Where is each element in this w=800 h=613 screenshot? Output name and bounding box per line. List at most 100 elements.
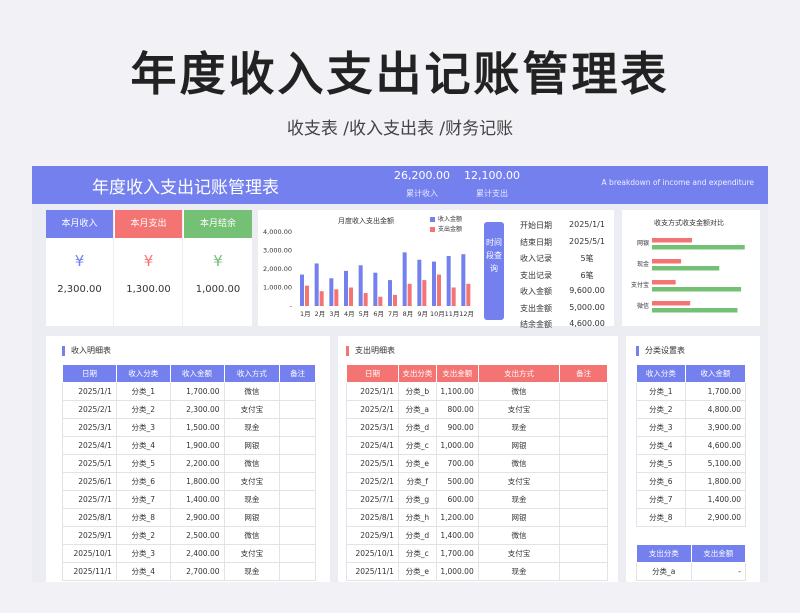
table-cell[interactable]: 2025/9/1 xyxy=(62,526,117,545)
table-cell[interactable]: 2025/6/1 xyxy=(62,472,117,491)
table-cell[interactable] xyxy=(279,418,316,437)
table-cell[interactable] xyxy=(279,454,316,473)
table-cell[interactable]: 分类_8 xyxy=(636,508,686,527)
table-cell[interactable]: 支付宝 xyxy=(477,400,561,419)
table-cell[interactable]: 分类_4 xyxy=(636,436,686,455)
table-cell[interactable]: 2025/4/1 xyxy=(62,436,117,455)
table-cell[interactable] xyxy=(279,436,316,455)
table-cell[interactable] xyxy=(279,544,316,563)
table-cell[interactable]: 2025/7/1 xyxy=(62,490,117,509)
table-cell[interactable]: 2025/11/1 xyxy=(62,562,117,581)
table-cell[interactable]: 1,700.00 xyxy=(435,544,479,563)
table-cell[interactable]: 1,400.00 xyxy=(169,490,225,509)
table-cell[interactable]: 2025/5/1 xyxy=(346,454,399,473)
table-cell[interactable]: 2025/8/1 xyxy=(62,508,117,527)
table-cell[interactable]: 2025/3/1 xyxy=(346,418,399,437)
table-cell[interactable]: 分类_1 xyxy=(636,382,686,401)
table-cell[interactable]: 分类_2 xyxy=(115,526,171,545)
table-cell[interactable]: 分类_2 xyxy=(115,400,171,419)
table-cell[interactable]: 网银 xyxy=(477,508,561,527)
table-cell[interactable]: 微信 xyxy=(477,526,561,545)
table-cell[interactable] xyxy=(559,436,608,455)
table-cell[interactable]: 分类_4 xyxy=(115,436,171,455)
table-cell[interactable] xyxy=(559,562,608,581)
table-cell[interactable] xyxy=(279,526,316,545)
table-cell[interactable]: 现金 xyxy=(477,490,561,509)
table-cell[interactable]: 2025/10/1 xyxy=(62,544,117,563)
table-cell[interactable]: 分类_3 xyxy=(115,418,171,437)
table-cell[interactable] xyxy=(279,508,316,527)
table-cell[interactable]: 分类_8 xyxy=(115,508,171,527)
table-cell[interactable]: 支付宝 xyxy=(223,400,281,419)
table-cell[interactable] xyxy=(559,508,608,527)
table-cell[interactable]: 分类_e xyxy=(397,562,437,581)
table-cell[interactable]: 现金 xyxy=(223,562,281,581)
table-cell[interactable]: 2,900.00 xyxy=(684,508,747,527)
table-cell[interactable]: 现金 xyxy=(477,562,561,581)
table-cell[interactable]: 1,700.00 xyxy=(169,382,225,401)
table-cell[interactable]: 2025/2/1 xyxy=(346,400,399,419)
table-cell[interactable]: 分类_7 xyxy=(115,490,171,509)
table-cell[interactable]: 分类_h xyxy=(397,508,437,527)
table-cell[interactable]: 2025/8/1 xyxy=(346,508,399,527)
table-cell[interactable]: 1,800.00 xyxy=(684,472,747,491)
table-cell[interactable]: 分类_1 xyxy=(115,382,171,401)
date-range-query-button[interactable]: 时间段查询 xyxy=(484,222,504,320)
table-cell[interactable]: 分类_a xyxy=(636,562,692,581)
table-cell[interactable]: 微信 xyxy=(223,454,281,473)
table-cell[interactable]: 2025/3/1 xyxy=(62,418,117,437)
table-cell[interactable]: 分类_d xyxy=(397,418,437,437)
table-cell[interactable]: 分类_c xyxy=(397,544,437,563)
table-cell[interactable]: 支付宝 xyxy=(223,472,281,491)
table-cell[interactable]: 2,200.00 xyxy=(169,454,225,473)
table-cell[interactable]: 2025/9/1 xyxy=(346,526,399,545)
table-cell[interactable]: 分类_3 xyxy=(115,544,171,563)
table-cell[interactable]: 分类_7 xyxy=(636,490,686,509)
table-cell[interactable]: 2025/1/1 xyxy=(62,382,117,401)
table-cell[interactable]: 支付宝 xyxy=(477,544,561,563)
table-cell[interactable]: 4,600.00 xyxy=(684,436,747,455)
table-cell[interactable]: 1,200.00 xyxy=(435,508,479,527)
table-cell[interactable] xyxy=(559,382,608,401)
table-cell[interactable]: 分类_5 xyxy=(115,454,171,473)
table-cell[interactable]: 2025/4/1 xyxy=(346,436,399,455)
table-cell[interactable] xyxy=(279,490,316,509)
table-cell[interactable]: 1,700.00 xyxy=(684,382,747,401)
table-cell[interactable] xyxy=(559,418,608,437)
table-cell[interactable]: 分类_a xyxy=(397,400,437,419)
table-cell[interactable]: 3,900.00 xyxy=(684,418,747,437)
table-cell[interactable]: - xyxy=(690,562,746,581)
table-cell[interactable]: 分类_c xyxy=(397,436,437,455)
table-cell[interactable]: 微信 xyxy=(223,382,281,401)
table-cell[interactable]: 支付宝 xyxy=(477,472,561,491)
table-cell[interactable]: 网银 xyxy=(223,436,281,455)
table-cell[interactable] xyxy=(279,400,316,419)
table-cell[interactable] xyxy=(559,400,608,419)
table-cell[interactable]: 网银 xyxy=(477,436,561,455)
table-cell[interactable]: 微信 xyxy=(477,454,561,473)
table-cell[interactable]: 现金 xyxy=(223,418,281,437)
table-cell[interactable]: 5,100.00 xyxy=(684,454,747,473)
table-cell[interactable]: 1,100.00 xyxy=(435,382,479,401)
table-cell[interactable]: 800.00 xyxy=(435,400,479,419)
table-cell[interactable]: 1,800.00 xyxy=(169,472,225,491)
table-cell[interactable]: 分类_4 xyxy=(115,562,171,581)
table-cell[interactable]: 2,400.00 xyxy=(169,544,225,563)
table-cell[interactable] xyxy=(279,472,316,491)
table-cell[interactable] xyxy=(559,490,608,509)
table-cell[interactable] xyxy=(559,526,608,545)
table-cell[interactable] xyxy=(559,544,608,563)
table-cell[interactable] xyxy=(279,562,316,581)
table-cell[interactable]: 微信 xyxy=(477,382,561,401)
table-cell[interactable]: 分类_g xyxy=(397,490,437,509)
table-cell[interactable]: 分类_2 xyxy=(636,400,686,419)
table-cell[interactable]: 分类_3 xyxy=(636,418,686,437)
table-cell[interactable]: 2025/5/1 xyxy=(62,454,117,473)
table-cell[interactable]: 支付宝 xyxy=(223,544,281,563)
table-cell[interactable]: 1,400.00 xyxy=(684,490,747,509)
table-cell[interactable]: 2025/2/1 xyxy=(346,472,399,491)
table-cell[interactable]: 700.00 xyxy=(435,454,479,473)
table-cell[interactable]: 4,800.00 xyxy=(684,400,747,419)
table-cell[interactable]: 1,000.00 xyxy=(435,436,479,455)
table-cell[interactable]: 2025/7/1 xyxy=(346,490,399,509)
